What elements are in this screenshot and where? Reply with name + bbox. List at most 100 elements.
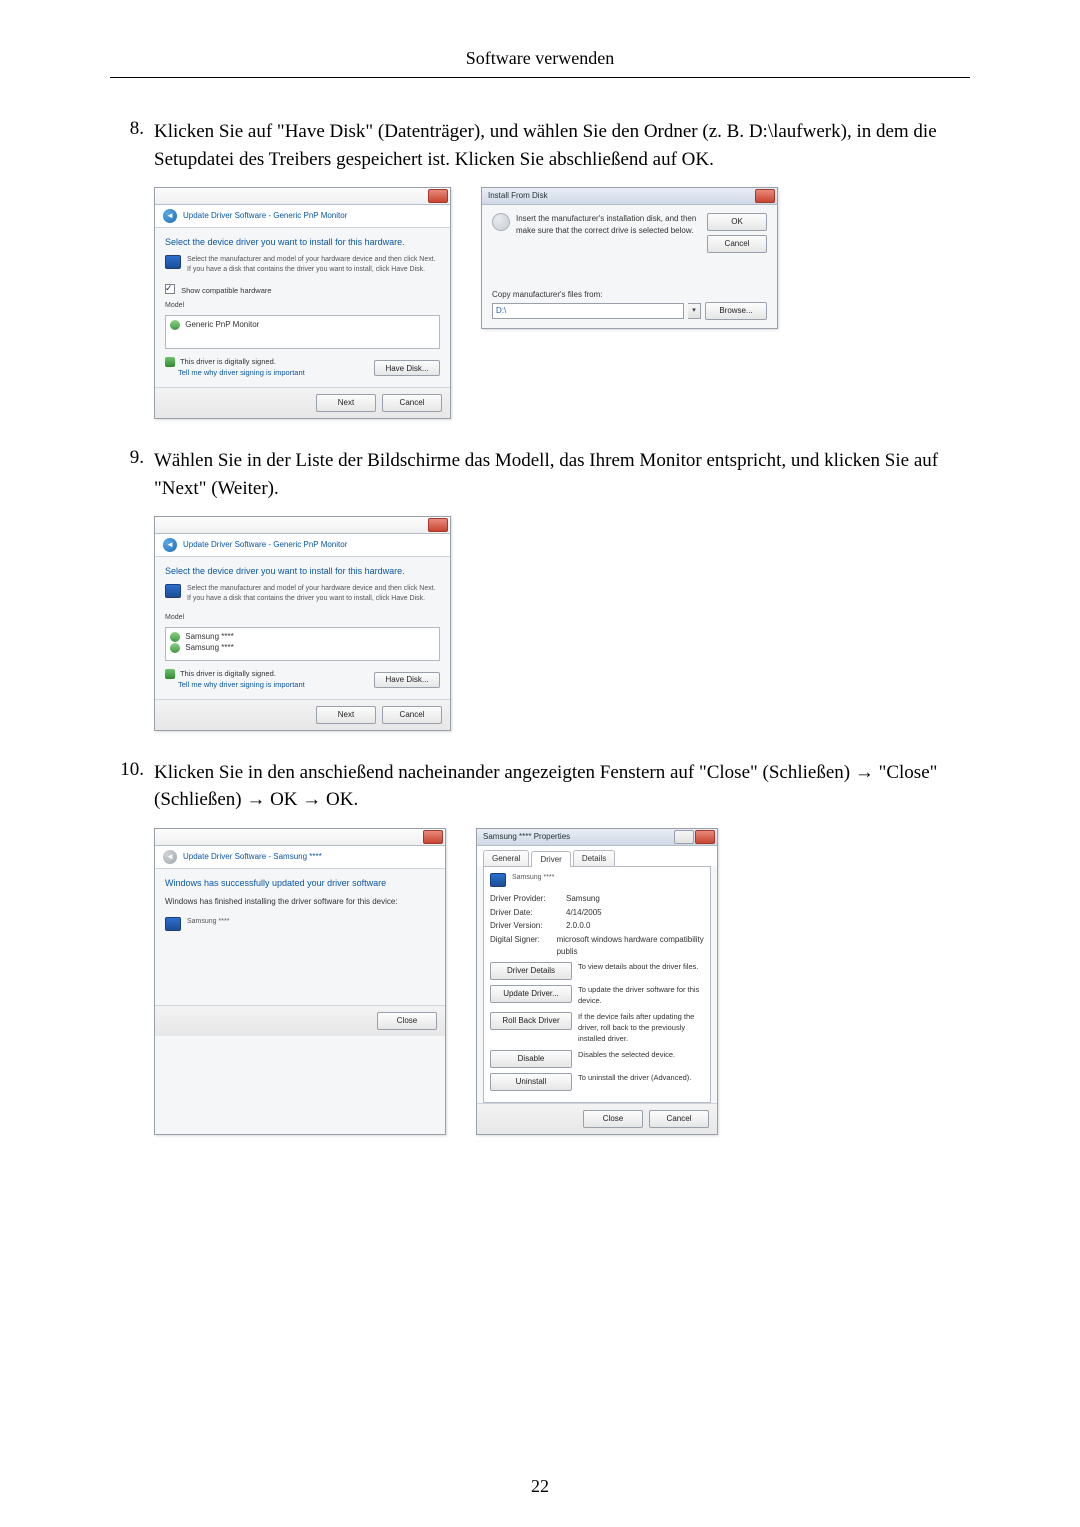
close-icon[interactable]	[423, 830, 443, 844]
have-disk-button[interactable]: Have Disk...	[374, 672, 440, 688]
step-number: 10.	[110, 759, 154, 1135]
uninstall-button[interactable]: Uninstall	[490, 1073, 572, 1091]
monitor-icon	[490, 873, 506, 887]
titlebar	[155, 517, 450, 534]
uninstall-note: To uninstall the driver (Advanced).	[578, 1073, 704, 1084]
breadcrumb: Update Driver Software - Generic PnP Mon…	[183, 539, 347, 551]
provider-label: Driver Provider:	[490, 893, 560, 905]
signing-link[interactable]: Tell me why driver signing is important	[178, 368, 305, 377]
close-icon[interactable]	[695, 830, 715, 844]
signer-value: microsoft windows hardware compatibility…	[557, 934, 704, 957]
next-button[interactable]: Next	[316, 706, 376, 724]
titlebar	[155, 188, 450, 205]
titlebar: Samsung **** Properties	[477, 829, 717, 846]
model-listbox[interactable]: Samsung **** Samsung ****	[165, 627, 440, 661]
disk-icon	[492, 213, 510, 231]
driver-details-note: To view details about the driver files.	[578, 962, 704, 973]
dialog-update-driver: ◄ Update Driver Software - Generic PnP M…	[154, 187, 451, 419]
have-disk-button[interactable]: Have Disk...	[374, 360, 440, 376]
install-disk-desc: Insert the manufacturer's installation d…	[516, 213, 701, 236]
signer-label: Digital Signer:	[490, 934, 551, 957]
model-listbox[interactable]: Generic PnP Monitor	[165, 315, 440, 349]
update-driver-button[interactable]: Update Driver...	[490, 985, 572, 1003]
wizard-heading: Windows has successfully updated your dr…	[165, 877, 435, 890]
tab-general[interactable]: General	[483, 850, 529, 867]
back-icon: ◄	[163, 850, 177, 864]
device-name: Samsung ****	[512, 873, 554, 883]
rollback-driver-note: If the device fails after updating the d…	[578, 1012, 704, 1045]
wizard-description: Select the manufacturer and model of you…	[187, 584, 440, 604]
driver-details-button[interactable]: Driver Details	[490, 962, 572, 980]
page-number: 22	[0, 1476, 1080, 1497]
ok-button[interactable]: OK	[707, 213, 767, 231]
cancel-button[interactable]: Cancel	[382, 394, 442, 412]
model-list-item[interactable]: Samsung ****	[185, 643, 233, 652]
disable-note: Disables the selected device.	[578, 1050, 704, 1061]
cancel-button[interactable]: Cancel	[707, 235, 767, 253]
model-list-label: Model	[165, 301, 440, 311]
browse-button[interactable]: Browse...	[705, 302, 767, 320]
model-list-item[interactable]: Generic PnP Monitor	[185, 320, 259, 329]
page-header: Software verwenden	[110, 48, 970, 77]
wizard-heading: Select the device driver you want to ins…	[165, 565, 440, 578]
monitor-item-icon	[170, 632, 180, 642]
rollback-driver-button[interactable]: Roll Back Driver	[490, 1012, 572, 1030]
signing-link[interactable]: Tell me why driver signing is important	[178, 680, 305, 689]
tab-driver[interactable]: Driver	[531, 851, 570, 868]
dialog-update-complete: ◄ Update Driver Software - Samsung **** …	[154, 828, 446, 1135]
show-compatible-label: Show compatible hardware	[181, 286, 271, 295]
wizard-nav: ◄ Update Driver Software - Generic PnP M…	[155, 205, 450, 228]
close-icon[interactable]	[428, 189, 448, 203]
monitor-icon	[165, 584, 181, 598]
dialog-install-from-disk: Install From Disk Insert the manufacture…	[481, 187, 778, 329]
help-icon[interactable]	[674, 830, 694, 844]
disable-button[interactable]: Disable	[490, 1050, 572, 1068]
dialog-update-driver-model: ◄ Update Driver Software - Generic PnP M…	[154, 516, 451, 730]
header-rule	[110, 77, 970, 78]
tab-details[interactable]: Details	[573, 850, 615, 867]
step-number: 9.	[110, 447, 154, 730]
chevron-down-icon[interactable]: ▾	[688, 303, 701, 319]
signed-text: This driver is digitally signed.	[180, 357, 276, 366]
breadcrumb: Update Driver Software - Samsung ****	[183, 851, 322, 863]
back-icon[interactable]: ◄	[163, 209, 177, 223]
dialog-title: Install From Disk	[488, 190, 548, 202]
monitor-item-icon	[170, 320, 180, 330]
close-icon[interactable]	[428, 518, 448, 532]
update-driver-note: To update the driver software for this d…	[578, 985, 704, 1007]
wizard-description: Windows has finished installing the driv…	[165, 896, 435, 908]
back-icon[interactable]: ◄	[163, 538, 177, 552]
breadcrumb: Update Driver Software - Generic PnP Mon…	[183, 210, 347, 222]
cancel-button[interactable]: Cancel	[649, 1110, 709, 1128]
titlebar: Install From Disk	[482, 188, 777, 205]
path-dropdown[interactable]: D:\	[492, 303, 684, 319]
step-text: Wählen Sie in der Liste der Bildschirme …	[154, 447, 970, 502]
model-list-label: Model	[165, 613, 440, 623]
date-label: Driver Date:	[490, 907, 560, 919]
copy-from-label: Copy manufacturer's files from:	[492, 289, 767, 301]
close-button[interactable]: Close	[377, 1012, 437, 1030]
version-value: 2.0.0.0	[566, 920, 590, 932]
monitor-item-icon	[170, 643, 180, 653]
cancel-button[interactable]: Cancel	[382, 706, 442, 724]
shield-icon	[165, 357, 175, 367]
titlebar	[155, 829, 445, 846]
model-list-item[interactable]: Samsung ****	[185, 632, 233, 641]
step-text: Klicken Sie auf "Have Disk" (Datenträger…	[154, 118, 970, 173]
wizard-heading: Select the device driver you want to ins…	[165, 236, 440, 249]
step-text: Klicken Sie in den anschießend nacheinan…	[154, 759, 970, 814]
dialog-properties: Samsung **** Properties General Driver D…	[476, 828, 718, 1135]
provider-value: Samsung	[566, 893, 600, 905]
monitor-icon	[165, 255, 181, 269]
device-name: Samsung ****	[187, 917, 229, 927]
version-label: Driver Version:	[490, 920, 560, 932]
close-icon[interactable]	[755, 189, 775, 203]
next-button[interactable]: Next	[316, 394, 376, 412]
date-value: 4/14/2005	[566, 907, 602, 919]
close-button[interactable]: Close	[583, 1110, 643, 1128]
monitor-icon	[165, 917, 181, 931]
show-compatible-checkbox[interactable]	[165, 284, 175, 294]
dialog-title: Samsung **** Properties	[483, 831, 570, 843]
wizard-nav: ◄ Update Driver Software - Generic PnP M…	[155, 534, 450, 557]
step-number: 8.	[110, 118, 154, 419]
